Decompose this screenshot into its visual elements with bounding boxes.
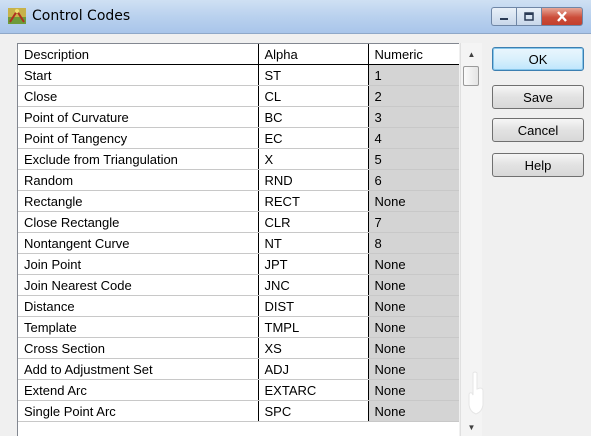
cell-description[interactable]: Distance xyxy=(18,295,259,317)
codes-table-body: Start ST 1 Close CL 2 Point of Curvature BC 3 Poi… xyxy=(18,64,459,422)
cell-alpha[interactable]: EC xyxy=(258,127,369,149)
cell-description[interactable]: Cross Section xyxy=(18,337,259,359)
minimize-icon xyxy=(500,17,508,20)
cell-numeric[interactable]: 6 xyxy=(368,169,459,191)
help-button[interactable]: Help xyxy=(492,153,584,177)
hand-cursor-icon xyxy=(468,371,484,415)
table-row[interactable]: Add to Adjustment Set ADJ None xyxy=(18,358,459,380)
cell-alpha[interactable]: DIST xyxy=(258,295,369,317)
cancel-button[interactable]: Cancel xyxy=(492,118,584,142)
cell-description[interactable]: Random xyxy=(18,169,259,191)
maximize-button[interactable] xyxy=(516,7,541,26)
control-codes-dialog: Control Codes Description Alpha Numeric … xyxy=(0,0,591,436)
scrollbar-thumb[interactable] xyxy=(463,66,479,86)
cell-numeric[interactable]: 4 xyxy=(368,127,459,149)
cell-alpha[interactable]: ST xyxy=(258,64,369,86)
cell-description[interactable]: Template xyxy=(18,316,259,338)
table-row[interactable]: Start ST 1 xyxy=(18,64,459,86)
caption-buttons xyxy=(491,7,583,26)
cell-description[interactable]: Start xyxy=(18,64,259,86)
table-row[interactable]: Join Point JPT None xyxy=(18,253,459,275)
table-row[interactable]: Cross Section XS None xyxy=(18,337,459,359)
scroll-down-arrow-icon[interactable]: ▼ xyxy=(461,419,482,436)
table-row[interactable]: Distance DIST None xyxy=(18,295,459,317)
cell-alpha[interactable]: BC xyxy=(258,106,369,128)
cell-alpha[interactable]: SPC xyxy=(258,400,369,422)
column-header-description[interactable]: Description xyxy=(18,44,259,65)
table-row[interactable]: Random RND 6 xyxy=(18,169,459,191)
cell-numeric[interactable]: 8 xyxy=(368,232,459,254)
table-row[interactable]: Exclude from Triangulation X 5 xyxy=(18,148,459,170)
cell-numeric[interactable]: 2 xyxy=(368,85,459,107)
column-header-numeric[interactable]: Numeric xyxy=(368,44,459,65)
column-header-alpha[interactable]: Alpha xyxy=(258,44,369,65)
cell-numeric[interactable]: None xyxy=(368,358,459,380)
cell-numeric[interactable]: None xyxy=(368,379,459,401)
cell-description[interactable]: Join Point xyxy=(18,253,259,275)
codes-table: Description Alpha Numeric Start ST 1 Close C… xyxy=(18,44,459,422)
table-row[interactable]: Join Nearest Code JNC None xyxy=(18,274,459,296)
cell-numeric[interactable]: None xyxy=(368,400,459,422)
cell-alpha[interactable]: RECT xyxy=(258,190,369,212)
cell-alpha[interactable]: JPT xyxy=(258,253,369,275)
cell-numeric[interactable]: None xyxy=(368,295,459,317)
table-row[interactable]: Point of Tangency EC 4 xyxy=(18,127,459,149)
cell-numeric[interactable]: None xyxy=(368,253,459,275)
cell-numeric[interactable]: None xyxy=(368,337,459,359)
cell-description[interactable]: Rectangle xyxy=(18,190,259,212)
minimize-button[interactable] xyxy=(491,7,516,26)
table-row[interactable]: Point of Curvature BC 3 xyxy=(18,106,459,128)
cell-alpha[interactable]: JNC xyxy=(258,274,369,296)
ok-button[interactable]: OK xyxy=(492,47,584,71)
window-title: Control Codes xyxy=(32,8,131,24)
cell-numeric[interactable]: 3 xyxy=(368,106,459,128)
table-row[interactable]: Nontangent Curve NT 8 xyxy=(18,232,459,254)
table-row[interactable]: Extend Arc EXTARC None xyxy=(18,379,459,401)
surveying-app-icon xyxy=(8,8,26,24)
table-row[interactable]: Close Rectangle CLR 7 xyxy=(18,211,459,233)
table-row[interactable]: Rectangle RECT None xyxy=(18,190,459,212)
cell-description[interactable]: Nontangent Curve xyxy=(18,232,259,254)
close-button[interactable] xyxy=(541,7,583,26)
cell-alpha[interactable]: NT xyxy=(258,232,369,254)
cell-description[interactable]: Close xyxy=(18,85,259,107)
cell-description[interactable]: Exclude from Triangulation xyxy=(18,148,259,170)
cell-alpha[interactable]: TMPL xyxy=(258,316,369,338)
cell-numeric[interactable]: None xyxy=(368,316,459,338)
cell-description[interactable]: Extend Arc xyxy=(18,379,259,401)
cell-description[interactable]: Single Point Arc xyxy=(18,400,259,422)
cell-alpha[interactable]: ADJ xyxy=(258,358,369,380)
cell-description[interactable]: Join Nearest Code xyxy=(18,274,259,296)
table-row[interactable]: Template TMPL None xyxy=(18,316,459,338)
cell-alpha[interactable]: EXTARC xyxy=(258,379,369,401)
cell-numeric[interactable]: 1 xyxy=(368,64,459,86)
header-row: Description Alpha Numeric xyxy=(18,44,459,65)
maximize-icon xyxy=(524,12,534,21)
close-icon xyxy=(557,11,567,22)
cell-numeric[interactable]: None xyxy=(368,190,459,212)
cell-description[interactable]: Point of Tangency xyxy=(18,127,259,149)
cell-alpha[interactable]: CLR xyxy=(258,211,369,233)
cell-alpha[interactable]: RND xyxy=(258,169,369,191)
title-bar[interactable]: Control Codes xyxy=(0,0,591,34)
table-row[interactable]: Single Point Arc SPC None xyxy=(18,400,459,422)
cell-alpha[interactable]: CL xyxy=(258,85,369,107)
cell-numeric[interactable]: 7 xyxy=(368,211,459,233)
cell-alpha[interactable]: XS xyxy=(258,337,369,359)
cell-numeric[interactable]: None xyxy=(368,274,459,296)
cell-numeric[interactable]: 5 xyxy=(368,148,459,170)
cell-description[interactable]: Close Rectangle xyxy=(18,211,259,233)
cell-description[interactable]: Add to Adjustment Set xyxy=(18,358,259,380)
cell-description[interactable]: Point of Curvature xyxy=(18,106,259,128)
table-row[interactable]: Close CL 2 xyxy=(18,85,459,107)
cell-alpha[interactable]: X xyxy=(258,148,369,170)
scroll-up-arrow-icon[interactable]: ▲ xyxy=(461,46,482,63)
control-codes-grid[interactable]: Description Alpha Numeric Start ST 1 Close C… xyxy=(17,43,459,436)
save-button[interactable]: Save xyxy=(492,85,584,109)
